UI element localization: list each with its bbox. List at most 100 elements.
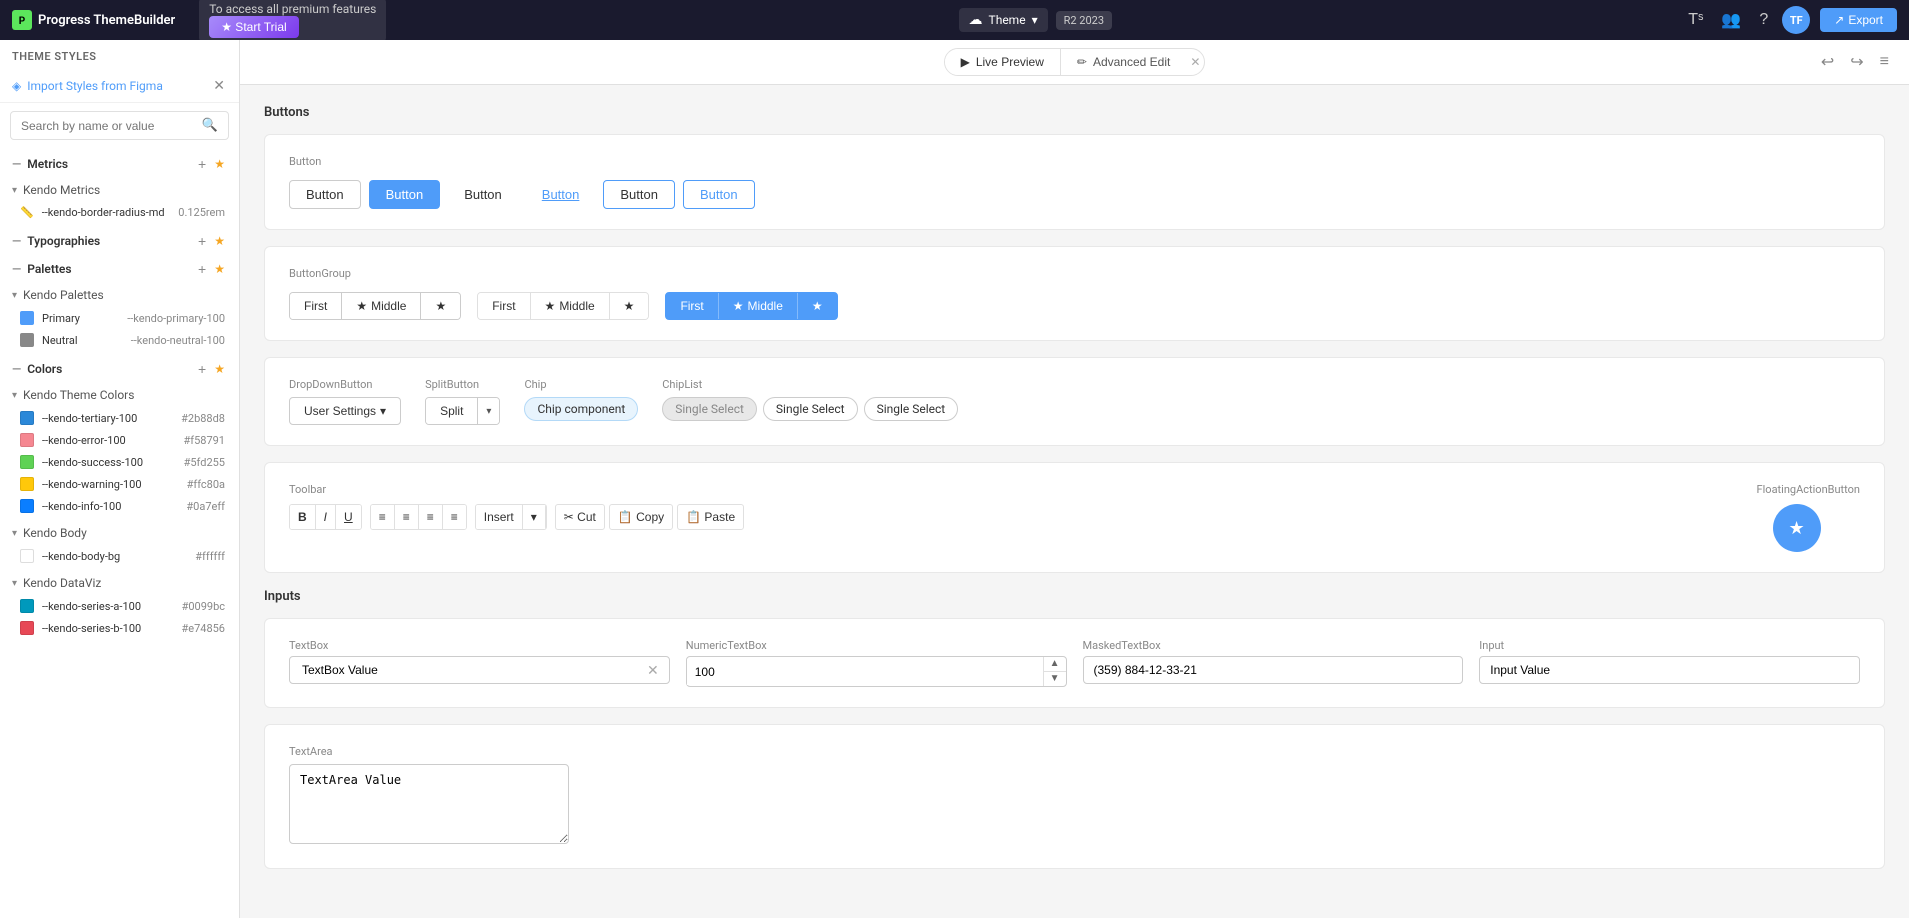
bg-btn-first-3[interactable]: First [666,293,718,319]
textbox-input[interactable] [298,657,645,683]
toolbar-align-center-button[interactable]: ≡ [395,505,419,529]
topbar-left: P Progress ThemeBuilder To access all pr… [12,0,386,42]
bg-btn-middle-3[interactable]: ★ Middle [719,293,798,319]
start-trial-button[interactable]: ★ Start Trial [209,16,298,38]
settings-button[interactable]: ≡ [1876,48,1893,76]
masked-input[interactable] [1083,656,1464,684]
advanced-edit-button[interactable]: ✏ Advanced Edit [1061,49,1186,75]
button-outline-blue[interactable]: Button [683,180,755,209]
add-palette-button[interactable]: + [196,261,208,277]
chip-unselected-3[interactable]: Single Select [864,397,959,421]
toolbar-preview: B I U ≡ ≡ ≡ ≡ Insert [289,504,1733,530]
input-field[interactable] [1479,656,1860,684]
bg-btn-star-3[interactable]: ★ [798,293,837,319]
textarea-input[interactable]: TextArea Value [289,764,569,844]
floating-action-button[interactable]: ★ [1773,504,1821,552]
live-preview-button[interactable]: ▶ Live Preview [945,49,1060,75]
add-color-button[interactable]: + [196,361,208,377]
split-arrow-button[interactable]: ▾ [478,398,499,424]
bg-btn-first-2[interactable]: First [478,293,530,319]
textbox-label: TextBox [289,639,670,652]
buttons-row: Button Button Button Button Button Butto… [289,180,1860,209]
users-icon-btn[interactable]: 👥 [1717,6,1745,34]
spin-down-button[interactable]: ▼ [1044,672,1066,686]
typographies-section-header[interactable]: — Typographies + ★ [0,225,239,253]
typographies-collapse-icon: — [12,234,21,248]
button-default[interactable]: Button [289,180,361,209]
kendo-body-header[interactable]: ▾ Kendo Body [0,521,239,545]
theme-selector[interactable]: ☁ Theme ▾ [959,8,1048,32]
metrics-section-header[interactable]: — Metrics + ★ [0,148,239,176]
chip-unselected-2[interactable]: Single Select [763,397,858,421]
export-button[interactable]: ↗ Export [1820,8,1897,32]
advanced-edit-close-button[interactable]: ✕ [1186,49,1204,75]
search-box[interactable]: 🔍 [10,111,229,140]
bg-btn-star-1[interactable]: ★ [421,293,460,319]
split-button-label: SplitButton [425,378,500,391]
palette-primary: Primary --kendo-primary-100 [0,307,239,329]
star-icon-2: ★ [545,299,556,313]
toolbar-italic-button[interactable]: I [316,505,336,529]
kendo-metrics-chevron: ▾ [12,185,17,196]
kendo-dataviz-header[interactable]: ▾ Kendo DataViz [0,571,239,595]
toolbar-insert-button[interactable]: Insert [476,505,523,529]
add-metric-button[interactable]: + [196,156,208,172]
toolbar-paste-button[interactable]: 📋 Paste [677,504,744,530]
chip-list-label: ChipList [662,378,958,391]
input-group: Input [1479,639,1860,687]
kendo-palettes-header[interactable]: ▾ Kendo Palettes [0,283,239,307]
fab-section: FloatingActionButton ★ [1757,483,1860,552]
favorite-palette-button[interactable]: ★ [212,262,227,276]
kendo-metrics-header[interactable]: ▾ Kendo Metrics [0,178,239,202]
close-import-button[interactable]: ✕ [211,77,227,94]
toolbar-underline-button[interactable]: U [336,505,361,529]
favorite-metric-button[interactable]: ★ [212,157,227,171]
textbox-clear-button[interactable]: ✕ [645,660,661,681]
sidebar-title: THEME STYLES [0,40,239,69]
kendo-theme-colors-header[interactable]: ▾ Kendo Theme Colors [0,383,239,407]
help-icon-btn[interactable]: ? [1755,7,1772,33]
split-main-button[interactable]: Split [426,398,478,424]
avatar[interactable]: TF [1782,6,1810,34]
button-link[interactable]: Button [526,181,596,208]
kendo-metrics-subsection: ▾ Kendo Metrics 📏 --kendo-border-radius-… [0,176,239,225]
app-logo: P Progress ThemeBuilder [12,10,175,30]
button-primary[interactable]: Button [369,180,441,209]
toolbar-align-left-button[interactable]: ≡ [371,505,395,529]
toolbar-insert-dropdown-button[interactable]: ▾ [523,505,546,529]
add-typography-button[interactable]: + [196,233,208,249]
color-error: --kendo-error-100 #f58791 [0,429,239,451]
favorite-color-button[interactable]: ★ [212,362,227,376]
palettes-section-header[interactable]: — Palettes + ★ [0,253,239,281]
figma-icon: ◈ [12,79,21,93]
search-input[interactable] [21,119,196,133]
button-outline[interactable]: Button [603,180,675,209]
toolbar-bold-button[interactable]: B [290,505,316,529]
main-layout: THEME STYLES ◈ Import Styles from Figma … [0,40,1909,918]
undo-button[interactable]: ↩ [1817,48,1838,76]
import-styles-link[interactable]: ◈ Import Styles from Figma [12,79,163,93]
toolbar-align-right-button[interactable]: ≡ [419,505,443,529]
chip-component[interactable]: Chip component [524,397,638,421]
favorite-typography-button[interactable]: ★ [212,234,227,248]
bg-btn-middle-2[interactable]: ★ Middle [531,293,610,319]
search-icon: 🔍 [202,118,218,133]
bg-btn-star-2[interactable]: ★ [610,293,649,319]
kendo-palettes-chevron: ▾ [12,290,17,301]
colors-section-header[interactable]: — Colors + ★ [0,353,239,381]
dropdown-button[interactable]: User Settings ▾ [289,397,401,425]
button-flat[interactable]: Button [448,181,518,208]
toolbar-copy-button[interactable]: 📋 Copy [609,504,673,530]
numeric-input[interactable] [687,659,1043,685]
chip-selected-1[interactable]: Single Select [662,397,757,421]
text-cursor-icon-btn[interactable]: Tˢ [1684,7,1707,33]
neutral-color-swatch [20,333,34,347]
buttons-section-label: Buttons [264,105,1885,120]
spin-up-button[interactable]: ▲ [1044,657,1066,672]
bg-btn-first-1[interactable]: First [290,293,342,319]
redo-button[interactable]: ↪ [1846,48,1867,76]
toolbar-cut-button[interactable]: ✂ Cut [555,504,605,530]
bg-btn-middle-1[interactable]: ★ Middle [342,293,421,319]
numeric-wrapper: ▲ ▼ [686,656,1067,687]
toolbar-align-justify-button[interactable]: ≡ [443,505,466,529]
